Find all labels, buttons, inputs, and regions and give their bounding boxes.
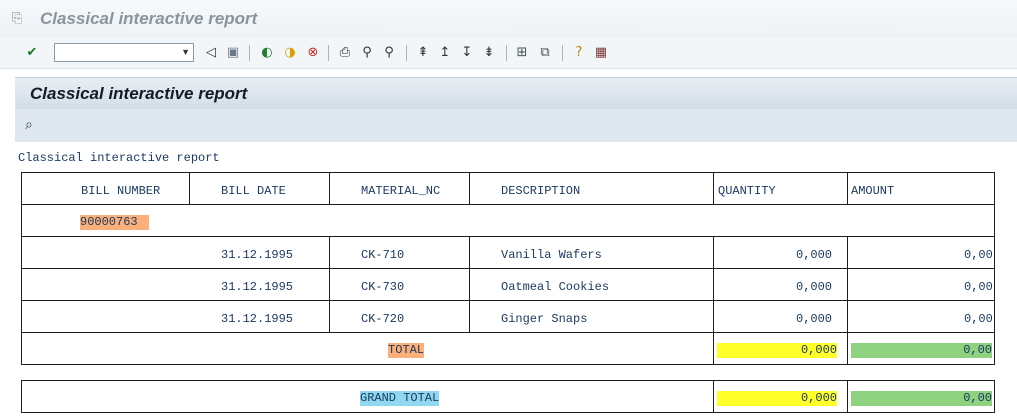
toolbar-separator (406, 45, 407, 61)
cancel-icon[interactable]: ⊗ (304, 44, 322, 62)
total-label: TOTAL (388, 343, 425, 358)
print-icon[interactable]: ⎙ (336, 44, 354, 62)
column-divider (189, 172, 190, 204)
shortcut-icon[interactable]: ⧉ (536, 44, 554, 62)
create-session-icon[interactable]: ⊞ (513, 44, 531, 62)
description: Vanilla Wafers (501, 248, 602, 262)
toolbar-separator (249, 45, 250, 61)
back-green-icon[interactable]: ◐ (258, 44, 276, 62)
column-divider (713, 172, 714, 204)
toolbar-separator (506, 45, 507, 61)
column-divider (713, 380, 714, 413)
column-header[interactable]: MATERIAL_NC (361, 184, 440, 198)
material-number: CK-730 (361, 280, 405, 294)
description: Ginger Snaps (501, 312, 588, 326)
bill-number-row (21, 204, 995, 236)
description: Oatmeal Cookies (501, 280, 610, 294)
grand-total-quantity: 0,000 (717, 391, 837, 406)
total-quantity: 0,000 (717, 343, 837, 358)
help-icon[interactable]: ? (570, 44, 588, 62)
column-divider (713, 236, 714, 332)
column-divider (469, 172, 470, 204)
layout-icon[interactable]: ▦ (592, 44, 610, 62)
system-menu-icon[interactable]: ⎘ (12, 11, 26, 24)
column-divider (847, 172, 848, 204)
column-divider (469, 236, 470, 332)
amount: 0,00 (964, 312, 993, 326)
quantity: 0,000 (796, 312, 833, 326)
standard-toolbar: ✔ ▼ ◁ ▣ ◐ ◑ ⊗ ⎙ ⚲ ⚲ ⇞ ↥ ↧ ⇟ ⊞ ⧉ ? ▦ (0, 38, 1017, 69)
row-divider (21, 268, 995, 269)
report-heading: Classical interactive report (18, 151, 220, 165)
material-number: CK-710 (361, 248, 405, 262)
amount: 0,00 (964, 248, 993, 262)
column-header[interactable]: QUANTITY (718, 184, 776, 198)
checkmark-icon[interactable]: ✔ (23, 44, 41, 62)
previous-page-icon[interactable]: ↥ (436, 44, 454, 62)
toolbar-separator (562, 45, 563, 61)
column-divider (847, 332, 848, 365)
quantity: 0,000 (796, 248, 833, 262)
grand-total-row (21, 380, 995, 413)
application-toolbar: ⌕ (15, 109, 1017, 143)
column-divider (847, 380, 848, 413)
column-header[interactable]: DESCRIPTION (501, 184, 580, 198)
save-icon[interactable]: ▣ (224, 44, 242, 62)
back-icon[interactable]: ◁ (202, 44, 220, 62)
row-divider (21, 300, 995, 301)
find-icon[interactable]: ⚲ (358, 44, 376, 62)
grand-total-amount: 0,00 (851, 391, 992, 406)
total-amount: 0,00 (851, 343, 992, 358)
bill-number[interactable]: 90000763 (80, 215, 149, 230)
column-divider (847, 236, 848, 332)
grand-total-label: GRAND TOTAL (360, 391, 440, 406)
title-bar: ⎘ Classical interactive report (0, 0, 1017, 39)
column-header[interactable]: BILL DATE (221, 184, 286, 198)
next-page-icon[interactable]: ↧ (458, 44, 476, 62)
first-page-icon[interactable]: ⇞ (414, 44, 432, 62)
column-header[interactable]: AMOUNT (851, 184, 894, 198)
bill-date: 31.12.1995 (221, 280, 294, 294)
command-field[interactable]: ▼ (54, 43, 194, 62)
bill-date: 31.12.1995 (221, 312, 294, 326)
column-divider (713, 332, 714, 365)
column-divider (329, 172, 330, 204)
column-header[interactable]: BILL NUMBER (81, 184, 160, 198)
total-row (21, 332, 995, 365)
screen-title: Classical interactive report (30, 84, 248, 103)
find-next-icon[interactable]: ⚲ (380, 44, 398, 62)
exit-icon[interactable]: ◑ (281, 44, 299, 62)
toolbar-separator (328, 45, 329, 61)
amount: 0,00 (964, 280, 993, 294)
magnifier-icon[interactable]: ⌕ (25, 116, 43, 134)
column-divider (329, 236, 330, 332)
material-number: CK-720 (361, 312, 405, 326)
last-page-icon[interactable]: ⇟ (480, 44, 498, 62)
bill-date: 31.12.1995 (221, 248, 294, 262)
window-title: Classical interactive report (40, 9, 258, 28)
screen-title-bar: Classical interactive report (15, 77, 1017, 110)
report-content: Classical interactive report BILL NUMBER… (15, 142, 1017, 416)
chevron-down-icon[interactable]: ▼ (181, 47, 190, 57)
quantity: 0,000 (796, 280, 833, 294)
